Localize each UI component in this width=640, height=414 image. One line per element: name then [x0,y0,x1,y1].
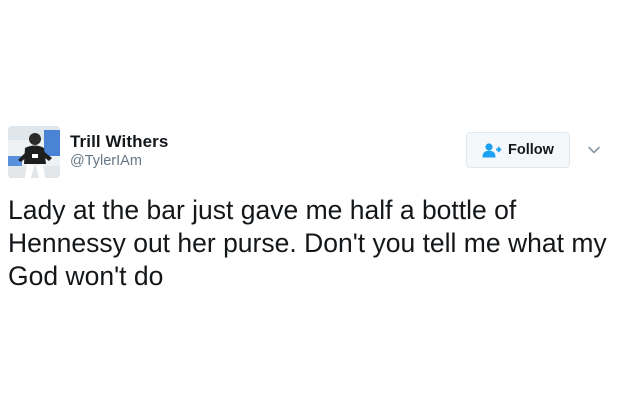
profile-photo-icon [8,126,60,178]
avatar[interactable] [8,126,60,178]
user-handle[interactable]: @TylerIAm [70,153,142,169]
chevron-down-icon[interactable] [586,142,602,158]
follow-button-label: Follow [508,142,554,158]
tweet-text: Lady at the bar just gave me half a bott… [8,195,607,291]
tweet-card: Trill Withers @TylerIAm Follow Lady at t… [0,0,640,414]
follow-button[interactable]: Follow [466,132,570,168]
display-name[interactable]: Trill Withers [70,132,168,152]
add-user-icon [482,142,502,158]
